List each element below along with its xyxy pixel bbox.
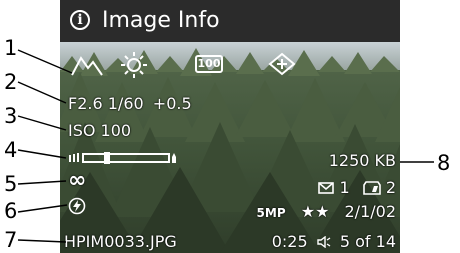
callout-leader-lines (17, 49, 434, 243)
